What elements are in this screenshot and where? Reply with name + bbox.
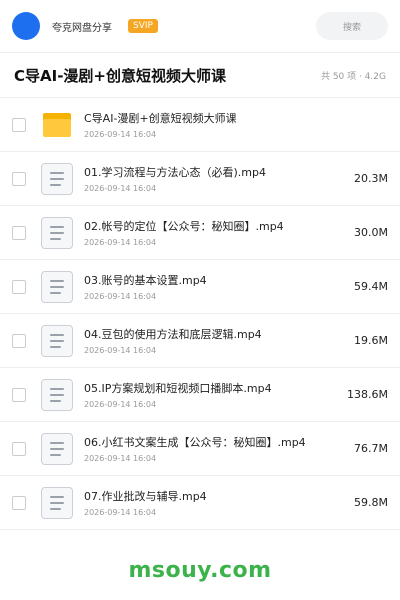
- file-name[interactable]: C导AI-漫剧+创意短视频大师课: [84, 110, 380, 126]
- file-info: 01.学习流程与方法心态（必看).mp4 2026-09-14 16:04: [84, 164, 346, 193]
- search-button[interactable]: 搜索: [316, 12, 388, 40]
- folder-icon: [40, 108, 74, 142]
- row-checkbox[interactable]: [12, 387, 26, 402]
- row-checkbox[interactable]: [12, 171, 26, 186]
- svip-badge: SVIP: [128, 19, 158, 33]
- file-name[interactable]: 05.IP方案规划和短视频口播脚本.mp4: [84, 380, 339, 396]
- file-icon: [40, 216, 74, 250]
- file-icon: [40, 270, 74, 304]
- page-title: C导AI-漫剧+创意短视频大师课: [14, 66, 226, 85]
- row-checkbox[interactable]: [12, 333, 26, 348]
- file-icon: [40, 486, 74, 520]
- file-size: 30.0M: [354, 226, 388, 239]
- row-checkbox[interactable]: [12, 225, 26, 240]
- file-size: 19.6M: [354, 334, 388, 347]
- file-name[interactable]: 02.帐号的定位【公众号：秘知圈】.mp4: [84, 218, 346, 234]
- folder-title-bar: C导AI-漫剧+创意短视频大师课 共 50 项 · 4.2G: [0, 52, 400, 98]
- row-checkbox[interactable]: [12, 495, 26, 510]
- folder-row[interactable]: C导AI-漫剧+创意短视频大师课 2026-09-14 16:04: [0, 98, 400, 152]
- app-name: 夸克网盘分享: [52, 22, 112, 34]
- avatar[interactable]: [12, 12, 40, 40]
- file-date: 2026-09-14 16:04: [84, 238, 157, 247]
- header: 夸克网盘分享 SVIP 搜索: [0, 0, 400, 52]
- file-size: 59.4M: [354, 280, 388, 293]
- file-name[interactable]: 04.豆包的使用方法和底层逻辑.mp4: [84, 326, 346, 342]
- file-date: 2026-09-14 16:04: [84, 508, 157, 517]
- file-date: 2026-09-14 16:04: [84, 292, 157, 301]
- file-name[interactable]: 07.作业批改与辅导.mp4: [84, 488, 346, 504]
- file-size: 20.3M: [354, 172, 388, 185]
- file-info: 03.账号的基本设置.mp4 2026-09-14 16:04: [84, 272, 346, 301]
- row-checkbox[interactable]: [12, 117, 26, 132]
- file-row[interactable]: 07.作业批改与辅导.mp4 2026-09-14 16:04 59.8M: [0, 476, 400, 530]
- folder-stats: 共 50 项 · 4.2G: [320, 71, 386, 82]
- file-size: 76.7M: [354, 442, 388, 455]
- file-icon: [40, 432, 74, 466]
- file-size: 138.6M: [347, 388, 388, 401]
- file-date: 2026-09-14 16:04: [84, 400, 157, 409]
- file-info: 04.豆包的使用方法和底层逻辑.mp4 2026-09-14 16:04: [84, 326, 346, 355]
- row-checkbox[interactable]: [12, 441, 26, 456]
- file-row[interactable]: 05.IP方案规划和短视频口播脚本.mp4 2026-09-14 16:04 138…: [0, 368, 400, 422]
- file-date: 2026-09-14 16:04: [84, 454, 157, 463]
- file-name[interactable]: 01.学习流程与方法心态（必看).mp4: [84, 164, 346, 180]
- file-row[interactable]: 02.帐号的定位【公众号：秘知圈】.mp4 2026-09-14 16:04 30.…: [0, 206, 400, 260]
- search-label: 搜索: [342, 22, 361, 33]
- file-row[interactable]: 06.小红书文案生成【公众号：秘知圈】.mp4 2026-09-14 16:04 7…: [0, 422, 400, 476]
- file-info: C导AI-漫剧+创意短视频大师课 2026-09-14 16:04: [84, 110, 380, 139]
- file-info: 02.帐号的定位【公众号：秘知圈】.mp4 2026-09-14 16:04: [84, 218, 346, 247]
- file-icon: [40, 324, 74, 358]
- file-info: 07.作业批改与辅导.mp4 2026-09-14 16:04: [84, 488, 346, 517]
- file-size: 59.8M: [354, 496, 388, 509]
- file-date: 2026-09-14 16:04: [84, 130, 157, 139]
- file-info: 06.小红书文案生成【公众号：秘知圈】.mp4 2026-09-14 16:04: [84, 434, 346, 463]
- file-list: C导AI-漫剧+创意短视频大师课 2026-09-14 16:04 01.学习流程与…: [0, 98, 400, 530]
- file-icon: [40, 162, 74, 196]
- file-date: 2026-09-14 16:04: [84, 184, 157, 193]
- file-row[interactable]: 04.豆包的使用方法和底层逻辑.mp4 2026-09-14 16:04 19.6M: [0, 314, 400, 368]
- file-name[interactable]: 06.小红书文案生成【公众号：秘知圈】.mp4: [84, 434, 346, 450]
- row-checkbox[interactable]: [12, 279, 26, 294]
- file-row[interactable]: 01.学习流程与方法心态（必看).mp4 2026-09-14 16:04 20.3…: [0, 152, 400, 206]
- watermark: msouy.com: [128, 558, 272, 583]
- file-date: 2026-09-14 16:04: [84, 346, 157, 355]
- file-icon: [40, 378, 74, 412]
- file-name[interactable]: 03.账号的基本设置.mp4: [84, 272, 346, 288]
- file-row[interactable]: 03.账号的基本设置.mp4 2026-09-14 16:04 59.4M: [0, 260, 400, 314]
- file-info: 05.IP方案规划和短视频口播脚本.mp4 2026-09-14 16:04: [84, 380, 339, 409]
